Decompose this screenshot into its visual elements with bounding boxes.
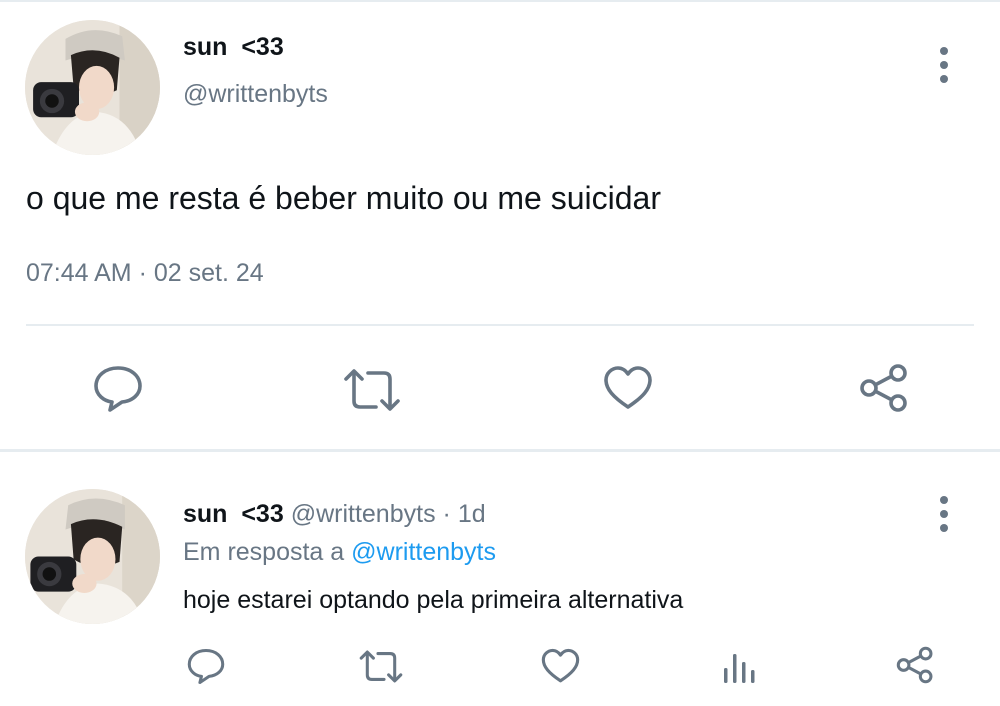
tweet-separator bbox=[0, 449, 1000, 452]
reply-to-link[interactable]: @writtenbyts bbox=[351, 538, 496, 566]
retweet-button[interactable] bbox=[358, 649, 404, 684]
share-icon bbox=[860, 364, 907, 412]
vertical-dots-icon bbox=[940, 47, 948, 55]
reply-button[interactable] bbox=[187, 648, 225, 685]
heart-icon bbox=[541, 648, 580, 683]
retweet-icon bbox=[359, 650, 403, 683]
dot bbox=[940, 75, 948, 83]
tweet-timestamp: 07:44 AM · 02 set. 24 bbox=[26, 259, 264, 288]
dot bbox=[940, 61, 948, 69]
reply-button[interactable] bbox=[93, 365, 143, 413]
author-name[interactable]: sun <33 bbox=[183, 33, 284, 62]
author-handle[interactable]: @writtenbyts bbox=[291, 500, 436, 528]
retweet-button[interactable] bbox=[342, 367, 402, 413]
author-name[interactable]: sun <33 bbox=[183, 500, 284, 528]
tweet-age: 1d bbox=[457, 500, 486, 528]
tweet-text: o que me resta é beber muito ou me suici… bbox=[26, 180, 661, 216]
comment-bubble-icon bbox=[187, 649, 225, 684]
like-button[interactable] bbox=[603, 365, 653, 411]
timestamp-separator: · bbox=[138, 259, 147, 287]
avatar[interactable] bbox=[25, 20, 160, 155]
heart-icon bbox=[604, 366, 652, 409]
share-button[interactable] bbox=[895, 646, 935, 684]
tweet-time: 07:44 AM bbox=[26, 259, 132, 287]
like-button[interactable] bbox=[541, 648, 580, 684]
top-divider bbox=[0, 0, 1000, 2]
avatar-photo-icon bbox=[25, 20, 160, 155]
retweet-icon bbox=[344, 369, 400, 411]
reply-prefix: Em resposta a bbox=[183, 538, 345, 566]
more-options-button[interactable] bbox=[934, 44, 954, 88]
author-handle[interactable]: @writtenbyts bbox=[183, 80, 328, 109]
more-options-button[interactable] bbox=[934, 493, 954, 537]
timestamp-divider bbox=[26, 324, 974, 326]
tweet-date: 02 set. 24 bbox=[153, 259, 264, 287]
analytics-button[interactable] bbox=[722, 650, 756, 684]
dot bbox=[940, 524, 948, 532]
comment-bubble-icon bbox=[94, 366, 142, 412]
header-separator: · bbox=[442, 500, 451, 528]
share-icon bbox=[896, 646, 933, 684]
bar-chart-icon bbox=[724, 654, 755, 683]
avatar[interactable] bbox=[25, 489, 160, 624]
vertical-dots-icon bbox=[940, 496, 948, 504]
reply-header: sun <33 @writtenbyts · 1d bbox=[183, 500, 486, 529]
share-button[interactable] bbox=[858, 363, 910, 413]
avatar-photo-icon bbox=[25, 489, 160, 624]
dot bbox=[940, 510, 948, 518]
reply-context: Em resposta a @writtenbyts bbox=[183, 538, 496, 567]
reply-text: hoje estarei optando pela primeira alter… bbox=[183, 586, 684, 614]
